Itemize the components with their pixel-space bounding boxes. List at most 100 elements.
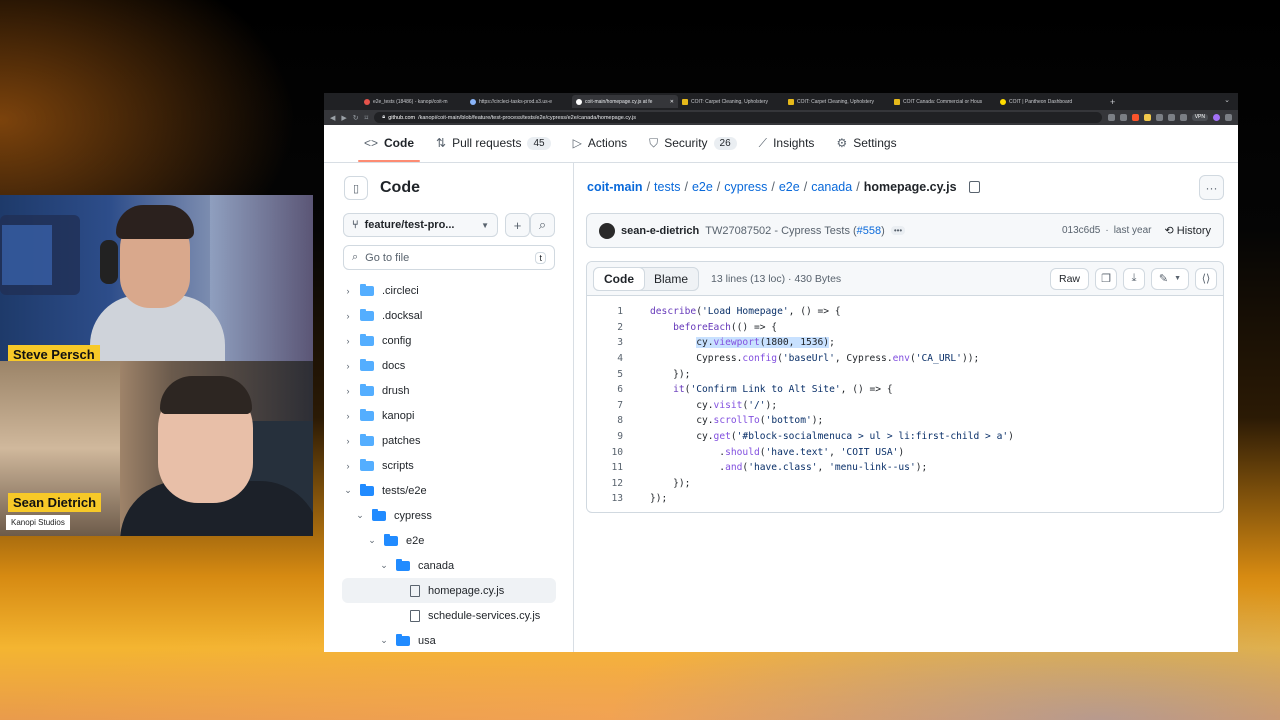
breadcrumb-link[interactable]: cypress — [724, 180, 767, 194]
code-line[interactable]: 12 }); — [587, 476, 1223, 492]
tab-insights[interactable]: ⟋ Insights — [749, 124, 825, 162]
download-button[interactable]: ⤓ — [1123, 267, 1145, 290]
line-number[interactable]: 8 — [587, 415, 623, 426]
code-line[interactable]: 5 }); — [587, 366, 1223, 382]
code-line[interactable]: 13}); — [587, 491, 1223, 507]
sidebar-icon[interactable] — [1179, 114, 1187, 121]
line-number[interactable]: 1 — [587, 306, 623, 317]
code-line[interactable]: 10 .should('have.text', 'COIT USA') — [587, 444, 1223, 460]
tree-folder-item[interactable]: › patches — [342, 428, 556, 453]
collapse-panel-button[interactable]: ▯ — [344, 176, 368, 200]
tab-search-chevron-icon[interactable]: ⌄ — [1224, 96, 1230, 104]
tree-file-item[interactable]: schedule-services.cy.js — [342, 603, 556, 628]
vpn-button[interactable]: VPN — [1191, 114, 1208, 121]
reload-icon[interactable]: ↻ — [353, 114, 359, 122]
tree-folder-item[interactable]: › kanopi — [342, 403, 556, 428]
expand-commit-icon[interactable]: ••• — [890, 226, 906, 235]
tree-folder-item[interactable]: › drush — [342, 378, 556, 403]
share-icon[interactable] — [1119, 114, 1127, 121]
breadcrumb-link[interactable]: coit-main — [587, 180, 643, 194]
code-line[interactable]: 6 it('Confirm Link to Alt Site', () => { — [587, 382, 1223, 398]
close-tab-icon[interactable]: ✕ — [670, 99, 674, 105]
line-number[interactable]: 4 — [587, 353, 623, 364]
breadcrumb-link[interactable]: e2e — [779, 180, 800, 194]
tree-folder-item[interactable]: ⌄ cypress — [342, 503, 556, 528]
bookmark-icon[interactable]: ⌑ — [365, 114, 369, 122]
tree-folder-item[interactable]: › .circleci — [342, 278, 556, 303]
tab-actions[interactable]: ▷ Actions — [563, 124, 638, 162]
line-number[interactable]: 7 — [587, 400, 623, 411]
code-line[interactable]: 11 .and('have.class', 'menu-link--us'); — [587, 460, 1223, 476]
tree-folder-item[interactable]: ⌄ canada — [342, 553, 556, 578]
add-file-button[interactable]: + — [505, 213, 530, 237]
commit-sha[interactable]: 013c6d5 — [1062, 225, 1100, 236]
menu-icon[interactable] — [1225, 114, 1232, 121]
line-number[interactable]: 6 — [587, 384, 623, 395]
browser-tab[interactable]: COIT: Carpet Cleaning, Upholstery — [784, 95, 890, 108]
search-icon[interactable] — [1107, 114, 1115, 121]
browser-tab[interactable]: COIT: Carpet Cleaning, Upholstery — [678, 95, 784, 108]
tree-file-item[interactable]: homepage.cy.js — [342, 578, 556, 603]
forward-icon[interactable]: ▶ — [341, 114, 346, 122]
breadcrumb-link[interactable]: canada — [811, 180, 852, 194]
copy-raw-button[interactable]: ❐ — [1095, 267, 1117, 290]
code-view-button[interactable]: Code — [593, 266, 645, 291]
breadcrumb-link[interactable]: tests — [654, 180, 680, 194]
tree-folder-item[interactable]: › docs — [342, 353, 556, 378]
copy-path-icon[interactable] — [968, 181, 980, 193]
browser-tab[interactable]: COIT Canada: Commercial or Hous — [890, 95, 996, 108]
edit-button[interactable]: ✎ ▼ — [1151, 267, 1189, 290]
tree-folder-item[interactable]: ⌄ usa — [342, 628, 556, 652]
browser-tab[interactable]: COIT | Pantheon Dashboard — [996, 95, 1102, 108]
line-number[interactable]: 9 — [587, 431, 623, 442]
code-line[interactable]: 3 cy.viewport(1800, 1536); — [587, 335, 1223, 351]
code-line[interactable]: 8 cy.scrollTo('bottom'); — [587, 413, 1223, 429]
back-icon[interactable]: ◀ — [330, 114, 335, 122]
tree-folder-item[interactable]: › .docksal — [342, 303, 556, 328]
brave-shield-icon[interactable] — [1131, 114, 1139, 121]
commit-author[interactable]: sean-e-dietrich — [621, 225, 699, 237]
extension-icon[interactable] — [1143, 114, 1151, 121]
tree-item-label: drush — [382, 384, 410, 397]
tab-code[interactable]: <> Code — [354, 124, 424, 162]
commit-message[interactable]: TW27087502 - Cypress Tests (#558) — [705, 225, 885, 237]
line-number[interactable]: 10 — [587, 447, 623, 458]
browser-tab-active[interactable]: coit-main/homepage.cy.js at fe ✕ — [572, 95, 678, 108]
symbols-panel-button[interactable]: ⟨⟩ — [1195, 267, 1217, 290]
pr-link[interactable]: #558 — [857, 225, 881, 237]
line-number[interactable]: 5 — [587, 369, 623, 380]
browser-tab[interactable]: e2e_tests (18486) - kanopi/coit-m — [360, 95, 466, 108]
extension-icon[interactable] — [1155, 114, 1163, 121]
code-line[interactable]: 4 Cypress.config('baseUrl', Cypress.env(… — [587, 351, 1223, 367]
file-view: coit-main / tests / e2e / cypress / e2e / can… — [586, 163, 1224, 652]
new-tab-icon[interactable]: + — [1110, 97, 1115, 107]
line-number[interactable]: 11 — [587, 462, 623, 473]
search-button[interactable]: ⌕ — [530, 213, 555, 237]
profile-avatar[interactable] — [1213, 114, 1220, 121]
tab-settings[interactable]: ⚙ Settings — [826, 124, 906, 162]
code-line[interactable]: 2 beforeEach(() => { — [587, 320, 1223, 336]
code-line[interactable]: 9 cy.get('#block-socialmenuca > ul > li:… — [587, 429, 1223, 445]
line-number[interactable]: 3 — [587, 337, 623, 348]
blame-view-button[interactable]: Blame — [644, 268, 698, 290]
tree-folder-item[interactable]: › scripts — [342, 453, 556, 478]
code-line[interactable]: 7 cy.visit('/'); — [587, 398, 1223, 414]
code-line[interactable]: 1 describe('Load Homepage', () => { — [587, 304, 1223, 320]
extension-icon[interactable] — [1167, 114, 1175, 121]
tree-folder-item[interactable]: ⌄ e2e — [342, 528, 556, 553]
more-options-button[interactable]: ··· — [1199, 175, 1224, 200]
tab-security[interactable]: ⛉ Security 26 — [639, 124, 747, 162]
browser-tab[interactable]: https://circleci-tasks-prod.s3.us-e — [466, 95, 572, 108]
tree-folder-item[interactable]: ⌄ tests/e2e — [342, 478, 556, 503]
branch-selector[interactable]: ⑂ feature/test-pro... ▼ — [343, 213, 498, 237]
url-input[interactable]: 🔒︎ github.com/kanopi/coit-main/blob/feat… — [374, 112, 1102, 123]
line-number[interactable]: 2 — [587, 322, 623, 333]
line-number[interactable]: 13 — [587, 493, 623, 504]
go-to-file-input[interactable]: ⌕ Go to file t — [343, 245, 555, 270]
tree-folder-item[interactable]: › config — [342, 328, 556, 353]
breadcrumb-link[interactable]: e2e — [692, 180, 713, 194]
tab-pull-requests[interactable]: ⇅ Pull requests 45 — [426, 124, 561, 162]
history-button[interactable]: ⟲ History — [1164, 224, 1211, 237]
line-number[interactable]: 12 — [587, 478, 623, 489]
raw-button[interactable]: Raw — [1049, 267, 1089, 290]
